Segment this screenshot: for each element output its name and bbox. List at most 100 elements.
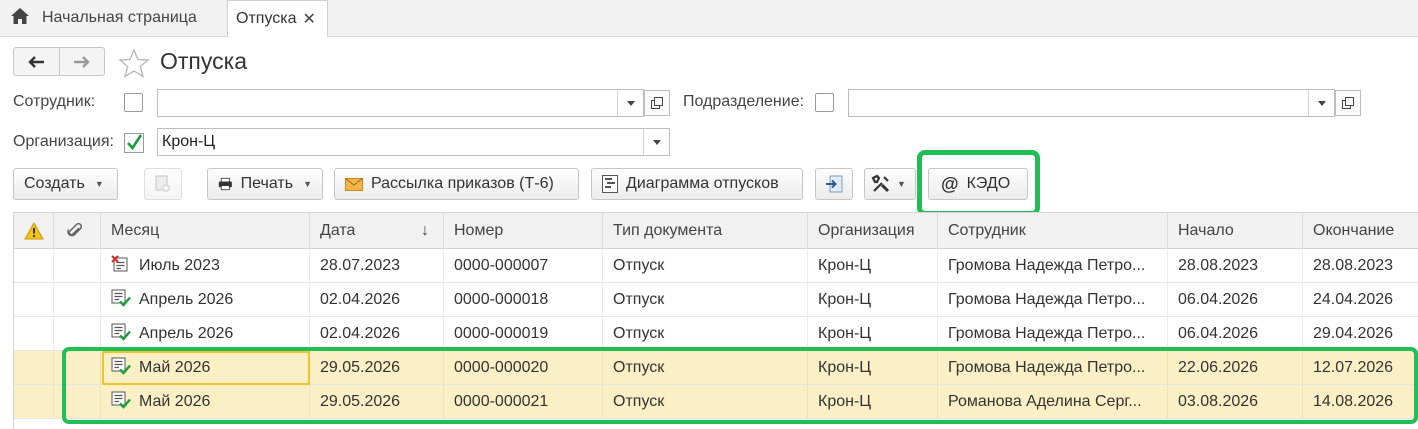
column-warning[interactable] <box>14 213 54 249</box>
cell-organization-text: Крон-Ц <box>818 291 872 308</box>
cell-end[interactable]: 24.04.2026 <box>1303 283 1418 317</box>
tab-bar: Начальная страница Отпуска ✕ <box>0 0 1418 37</box>
cell-end-text: 29.04.2026 <box>1313 325 1394 342</box>
cell-document-type-text: Отпуск <box>613 325 665 342</box>
cell-number[interactable]: 0000-000007 <box>444 249 603 283</box>
organization-dropdown-button[interactable] <box>643 129 669 155</box>
cell-month[interactable]: Июль 2023 <box>101 249 310 283</box>
document-deleted-icon <box>111 254 131 278</box>
cell-start[interactable]: 06.04.2026 <box>1168 283 1303 317</box>
table-row[interactable]: Апрель 2026 02.04.2026 0000-000018 Отпуск Кр… <box>14 283 1418 317</box>
open-form-icon <box>1342 97 1354 109</box>
cell-date-text: 02.04.2026 <box>320 325 401 342</box>
cell-employee-text: Громова Надежда Петро... <box>948 325 1146 342</box>
cell-organization[interactable]: Крон-Ц <box>808 317 938 351</box>
department-open-button[interactable] <box>1335 90 1361 116</box>
print-button[interactable]: Печать ▼ <box>207 168 323 200</box>
cell-warning <box>14 317 54 351</box>
employee-open-button[interactable] <box>644 90 670 116</box>
cell-month[interactable]: Апрель 2026 <box>101 317 310 351</box>
cell-number[interactable]: 0000-000019 <box>444 317 603 351</box>
tools-menu-button[interactable]: ▼ <box>864 168 916 200</box>
close-icon[interactable]: ✕ <box>303 9 316 29</box>
home-icon <box>10 7 30 30</box>
cell-start[interactable]: 28.08.2023 <box>1168 249 1303 283</box>
cell-employee[interactable]: Громова Надежда Петро... <box>938 317 1168 351</box>
cell-end-text: 24.04.2026 <box>1313 291 1394 308</box>
chevron-down-icon: ▼ <box>897 179 906 189</box>
favorite-star-icon[interactable] <box>118 48 150 83</box>
open-form-icon <box>651 97 663 109</box>
column-attachment[interactable] <box>54 213 101 249</box>
table-row[interactable]: Апрель 2026 02.04.2026 0000-000019 Отпуск Кр… <box>14 317 1418 351</box>
warning-icon <box>24 222 44 240</box>
checkmark-icon <box>124 133 144 153</box>
diagram-icon <box>602 175 618 193</box>
cell-document-type[interactable]: Отпуск <box>603 317 808 351</box>
create-button[interactable]: Создать ▼ <box>13 168 118 200</box>
cell-month[interactable]: Апрель 2026 <box>101 283 310 317</box>
cell-document-type[interactable]: Отпуск <box>603 283 808 317</box>
cell-organization[interactable]: Крон-Ц <box>808 283 938 317</box>
tab-home[interactable]: Начальная страница <box>0 0 197 36</box>
copy-button[interactable] <box>144 168 182 200</box>
cell-warning <box>14 351 54 385</box>
print-button-label: Печать <box>240 175 294 192</box>
cell-attachment <box>54 249 101 283</box>
column-number[interactable]: Номер <box>444 213 603 249</box>
column-document-type[interactable]: Тип документа <box>603 213 808 249</box>
column-organization[interactable]: Организация <box>808 213 938 249</box>
cell-number[interactable]: 0000-000018 <box>444 283 603 317</box>
cell-employee-text: Громова Надежда Петро... <box>948 291 1146 308</box>
tab-home-label: Начальная страница <box>42 9 197 26</box>
department-label: Подразделение: <box>683 93 805 110</box>
cell-date[interactable]: 02.04.2026 <box>310 283 444 317</box>
cell-start-text: 06.04.2026 <box>1178 291 1259 308</box>
department-dropdown-button[interactable] <box>1308 90 1334 116</box>
cell-end[interactable]: 29.04.2026 <box>1303 317 1418 351</box>
cell-start[interactable]: 06.04.2026 <box>1168 317 1303 351</box>
paperclip-icon <box>67 222 83 237</box>
organization-checkbox[interactable] <box>124 133 144 153</box>
column-end[interactable]: Окончание <box>1303 213 1418 249</box>
back-button[interactable] <box>14 48 59 75</box>
chevron-down-icon: ▼ <box>94 179 104 189</box>
create-button-label: Создать <box>24 175 85 192</box>
cell-month-text: Июль 2023 <box>139 257 220 274</box>
department-field[interactable] <box>848 89 1335 117</box>
cell-attachment <box>54 283 101 317</box>
tab-vacations[interactable]: Отпуска ✕ <box>227 0 328 37</box>
table-row[interactable]: Июль 2023 28.07.2023 0000-000007 Отпуск Крон… <box>14 249 1418 283</box>
cell-start-text: 06.04.2026 <box>1178 325 1259 342</box>
printer-icon <box>218 177 232 191</box>
forward-button[interactable] <box>58 48 105 75</box>
employee-label: Сотрудник: <box>13 93 96 110</box>
cell-organization[interactable]: Крон-Ц <box>808 249 938 283</box>
cell-employee-text: Громова Надежда Петро... <box>948 257 1146 274</box>
cell-employee[interactable]: Громова Надежда Петро... <box>938 283 1168 317</box>
employee-dropdown-button[interactable] <box>617 90 643 116</box>
cell-date[interactable]: 28.07.2023 <box>310 249 444 283</box>
export-button[interactable] <box>815 168 853 200</box>
cell-employee[interactable]: Громова Надежда Петро... <box>938 249 1168 283</box>
employee-checkbox[interactable] <box>124 93 143 112</box>
organization-field[interactable]: Крон-Ц <box>157 128 670 156</box>
cell-document-type[interactable]: Отпуск <box>603 249 808 283</box>
sort-descending-icon: ↓ <box>421 222 429 239</box>
column-date[interactable]: Дата ↓ <box>310 213 444 249</box>
cell-date[interactable]: 02.04.2026 <box>310 317 444 351</box>
mailing-orders-button[interactable]: Рассылка приказов (Т-6) <box>334 168 579 200</box>
vacation-diagram-button[interactable]: Диаграмма отпусков <box>591 168 803 200</box>
cell-date-text: 02.04.2026 <box>320 291 401 308</box>
document-posted-icon <box>111 289 131 312</box>
chevron-down-icon <box>626 100 635 106</box>
chevron-down-icon <box>1317 100 1326 106</box>
column-month[interactable]: Месяц <box>101 213 310 249</box>
cell-end[interactable]: 28.08.2023 <box>1303 249 1418 283</box>
column-date-label: Дата <box>320 222 356 239</box>
column-start[interactable]: Начало <box>1168 213 1303 249</box>
employee-field[interactable] <box>157 89 644 117</box>
column-employee[interactable]: Сотрудник <box>938 213 1168 249</box>
cell-number-text: 0000-000007 <box>454 257 549 274</box>
department-checkbox[interactable] <box>815 93 834 112</box>
